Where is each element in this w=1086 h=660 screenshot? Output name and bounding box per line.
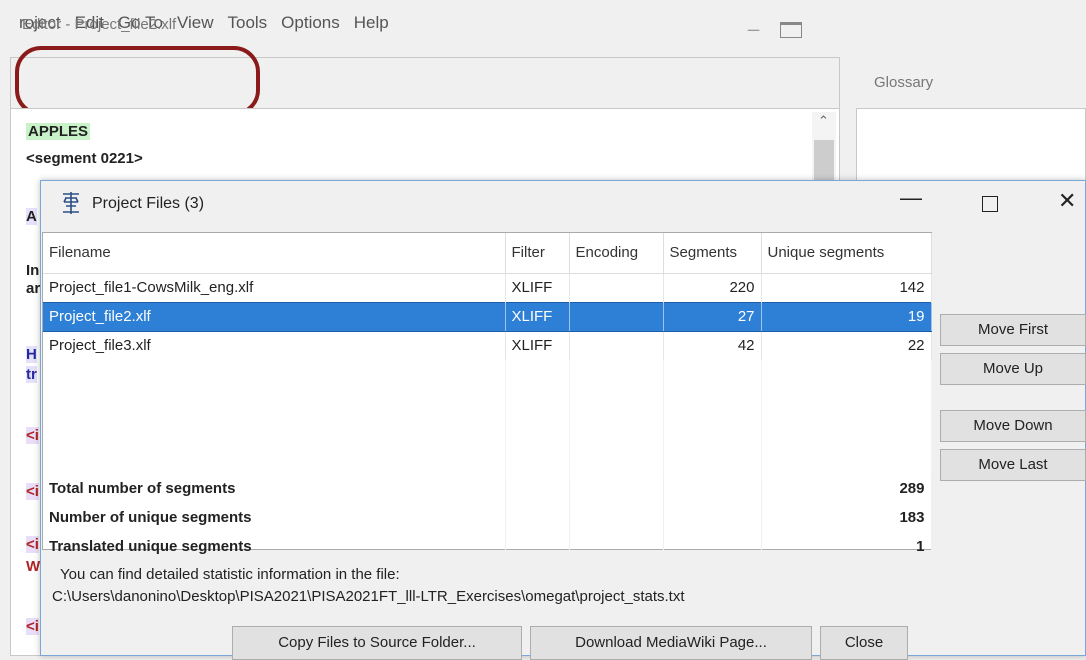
total-value: 183 [761,503,932,532]
editor-fragment: <i [26,618,39,635]
total-row: Number of unique segments 183 [43,503,932,532]
download-mediawiki-button[interactable]: Download MediaWiki Page... [530,626,812,660]
cell-filter: XLIFF [505,301,570,332]
project-files-table[interactable]: Filename Filter Encoding Segments Unique… [42,232,932,561]
cell-filename: Project_file1-CowsMilk_eng.xlf [43,273,506,302]
editor-fragment: W [26,558,41,575]
move-last-button[interactable]: Move Last [940,449,1086,481]
cell-segments: 27 [663,301,762,332]
cell-filename: Project_file2.xlf [43,301,506,332]
menu-view[interactable]: View [176,13,215,33]
total-label: Total number of segments [43,474,506,503]
editor-fragment: A [26,208,37,225]
cell-unique-segments: 142 [761,273,932,302]
editor-fragment: <i [26,427,39,444]
menu-tools[interactable]: Tools [226,13,268,33]
menu-options[interactable]: Options [280,13,341,33]
cell-encoding [569,331,664,360]
cell-filename: Project_file3.xlf [43,331,506,360]
scroll-up-icon[interactable]: ⌃ [818,113,829,129]
table-row-selected[interactable]: Project_file2.xlf XLIFF 27 19 [43,301,932,332]
dialog-title: Project Files (3) [92,195,205,212]
maximize-icon[interactable] [982,196,998,212]
omegat-app-icon [63,192,79,214]
close-icon[interactable]: ✕ [1058,188,1076,214]
total-value: 1 [761,532,932,561]
segment-marker: <segment 0221> [26,150,143,167]
editor-fragment: <i [26,536,39,553]
cell-unique-segments: 19 [761,301,932,332]
glossary-title: Glossary [874,74,934,91]
total-label: Number of unique segments [43,503,506,532]
annotation-oval [15,46,260,116]
minimize-icon[interactable]: _ [748,10,768,33]
move-first-button[interactable]: Move First [940,314,1086,346]
table-header-row: Filename Filter Encoding Segments Unique… [43,233,932,274]
move-down-button[interactable]: Move Down [940,410,1086,442]
move-up-button[interactable]: Move Up [940,353,1086,385]
editor-fragment: tr [26,366,37,383]
table-row[interactable]: Project_file3.xlf XLIFF 42 22 [43,331,932,360]
column-header-filter[interactable]: Filter [505,233,570,274]
cell-unique-segments: 22 [761,331,932,360]
stats-info-text: You can find detailed statistic informat… [60,566,400,583]
editor-fragment: H [26,346,37,363]
segment-source-text: APPLES [26,123,91,140]
minimize-icon[interactable]: — [900,185,922,211]
cell-encoding [569,301,664,332]
editor-fragment: <i [26,483,39,500]
maximize-icon[interactable] [780,22,802,38]
total-label: Translated unique segments [43,532,506,561]
table-empty-space [43,360,932,474]
total-row: Translated unique segments 1 [43,532,932,561]
cell-segments: 220 [663,273,762,302]
editor-fragment: In [26,262,40,279]
cell-filter: XLIFF [505,273,570,302]
total-value: 289 [761,474,932,503]
menu-help[interactable]: Help [353,13,390,33]
cell-encoding [569,273,664,302]
stats-file-path: C:\Users\danonino\Desktop\PISA2021\PISA2… [52,588,685,605]
column-header-encoding[interactable]: Encoding [569,233,664,274]
cell-segments: 42 [663,331,762,360]
table-row[interactable]: Project_file1-CowsMilk_eng.xlf XLIFF 220… [43,273,932,302]
cell-filter: XLIFF [505,331,570,360]
column-header-segments[interactable]: Segments [663,233,762,274]
total-row: Total number of segments 289 [43,474,932,503]
editor-fragment: ar [26,280,41,297]
copy-files-button[interactable]: Copy Files to Source Folder... [232,626,522,660]
column-header-unique-segments[interactable]: Unique segments [761,233,932,274]
scroll-thumb[interactable] [814,140,834,180]
close-button[interactable]: Close [820,626,908,660]
column-header-filename[interactable]: Filename [43,233,506,274]
editor-title: Editor - Project_file2.xlf [22,16,177,33]
